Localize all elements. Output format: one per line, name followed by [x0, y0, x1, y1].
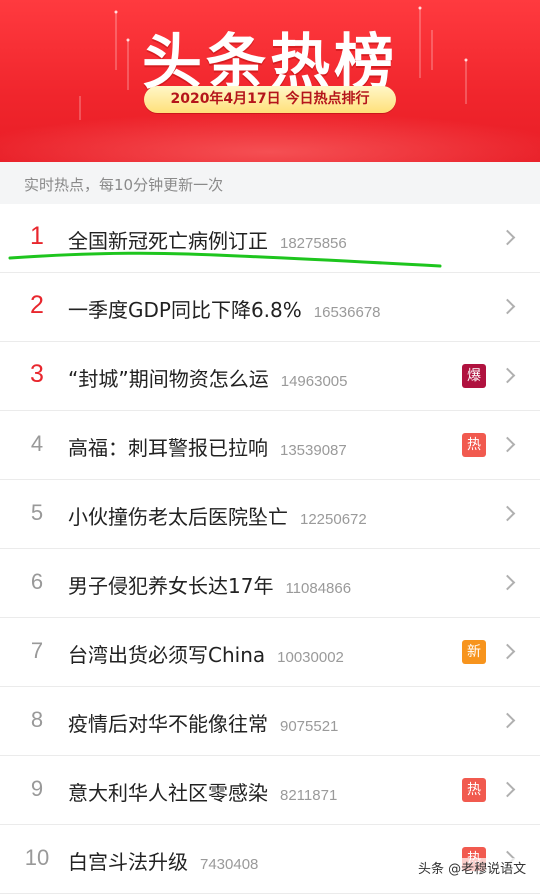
list-item[interactable]: 7 台湾出货必须写China 10030002 新: [0, 618, 540, 687]
heat-count: 14963005: [280, 373, 348, 390]
item-title-line: 高福：刺耳警报已拉响 13539087: [68, 432, 347, 461]
item-title-line: 疫情后对华不能像往常 9075521: [68, 708, 338, 737]
item-title: 白宫斗法升级: [68, 850, 188, 874]
rank-number: 9: [30, 776, 44, 801]
item-title-line: 意大利华人社区零感染 8211871: [68, 777, 337, 806]
rank-number: 2: [30, 291, 44, 319]
list-item[interactable]: 5 小伙撞伤老太后医院坠亡 12250672: [0, 480, 540, 549]
list-item[interactable]: 4 高福：刺耳警报已拉响 13539087 热: [0, 411, 540, 480]
banner-date-pill: 2020年4月17日 今日热点排行: [144, 86, 396, 113]
item-title-line: 男子侵犯养女长达17年 11084866: [68, 570, 351, 599]
chevron-right-icon: [499, 436, 516, 453]
banner-glow: [0, 112, 540, 162]
item-title-line: 白宫斗法升级 7430408: [68, 846, 258, 875]
rank-number: 10: [24, 845, 50, 870]
rank-number: 5: [30, 500, 44, 525]
heat-count: 10030002: [277, 649, 344, 666]
heat-count: 13539087: [280, 442, 347, 459]
list-item[interactable]: 6 男子侵犯养女长达17年 11084866: [0, 549, 540, 618]
chevron-right-icon: [499, 643, 516, 660]
chevron-right-icon: [499, 298, 516, 315]
heat-count: 9075521: [280, 718, 339, 735]
subheader-text: 实时热点，每10分钟更新一次: [24, 176, 224, 194]
rank-number: 4: [30, 431, 44, 456]
item-title: 小伙撞伤老太后医院坠亡: [68, 505, 288, 529]
chevron-right-icon: [499, 574, 516, 591]
chevron-right-icon: [499, 367, 516, 384]
item-title: 意大利华人社区零感染: [68, 781, 268, 805]
item-title: 全国新冠死亡病例订正: [68, 229, 268, 253]
subheader: 实时热点，每10分钟更新一次: [0, 162, 540, 204]
status-badge: 新: [462, 640, 486, 664]
status-badge: 热: [462, 433, 486, 457]
item-title-line: 一季度GDP同比下降6.8% 16536678: [68, 294, 381, 323]
item-title-line: “封城”期间物资怎么运 14963005: [68, 363, 347, 392]
banner: 头条热榜 2020年4月17日 今日热点排行: [0, 0, 540, 162]
chevron-right-icon: [499, 505, 516, 522]
heat-count: 11084866: [285, 580, 352, 597]
item-title-line: 台湾出货必须写China 10030002: [68, 639, 344, 668]
item-title: 男子侵犯养女长达17年: [68, 574, 274, 598]
list-item[interactable]: 1 全国新冠死亡病例订正 18275856: [0, 204, 540, 273]
item-title: “封城”期间物资怎么运: [68, 367, 269, 391]
list-item[interactable]: 3 “封城”期间物资怎么运 14963005 爆: [0, 342, 540, 411]
chevron-right-icon: [499, 781, 516, 798]
item-title-line: 小伙撞伤老太后医院坠亡 12250672: [68, 501, 367, 530]
heat-count: 12250672: [300, 511, 367, 528]
list-item[interactable]: 8 疫情后对华不能像往常 9075521: [0, 687, 540, 756]
item-title: 高福：刺耳警报已拉响: [68, 436, 268, 460]
rank-number: 7: [30, 638, 44, 663]
hot-list: 1 全国新冠死亡病例订正 18275856 2 一季度GDP同比下降6.8% 165366…: [0, 204, 540, 894]
watermark: 头条 @老穆说语文: [416, 858, 529, 877]
heat-count: 18275856: [280, 235, 347, 252]
chevron-right-icon: [499, 229, 516, 246]
list-item[interactable]: 2 一季度GDP同比下降6.8% 16536678: [0, 273, 540, 342]
rank-number: 3: [30, 360, 44, 388]
status-badge: 热: [462, 778, 486, 802]
rank-number: 6: [30, 569, 44, 594]
item-title: 一季度GDP同比下降6.8%: [68, 298, 302, 322]
rank-number: 8: [30, 707, 44, 732]
item-title: 台湾出货必须写China: [68, 643, 266, 667]
heat-count: 7430408: [200, 856, 259, 873]
list-item[interactable]: 9 意大利华人社区零感染 8211871 热: [0, 756, 540, 825]
chevron-right-icon: [499, 712, 516, 729]
item-title: 疫情后对华不能像往常: [68, 712, 268, 736]
item-title-line: 全国新冠死亡病例订正 18275856: [68, 225, 347, 254]
rank-number: 1: [30, 222, 44, 250]
heat-count: 8211871: [280, 787, 338, 804]
heat-count: 16536678: [313, 304, 381, 321]
status-badge: 爆: [462, 364, 486, 388]
